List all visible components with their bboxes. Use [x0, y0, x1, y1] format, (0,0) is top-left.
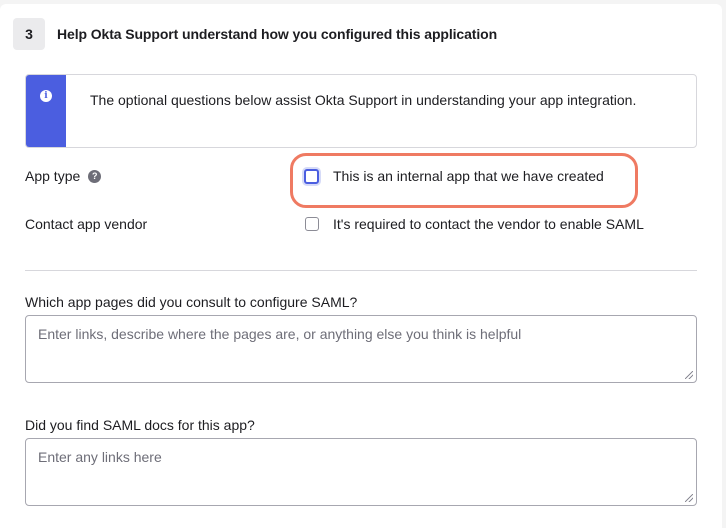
docs-question-textarea[interactable]: Enter any links here — [25, 438, 697, 506]
info-icon: i — [40, 90, 52, 102]
resize-grip-icon[interactable] — [685, 494, 693, 502]
docs-question-label: Did you find SAML docs for this app? — [25, 417, 255, 433]
question-icon[interactable]: ? — [88, 169, 102, 183]
callout-accent-bar: i — [26, 75, 66, 147]
pages-question-placeholder: Enter links, describe where the pages ar… — [38, 326, 522, 342]
contact-vendor-option[interactable]: It's required to contact the vendor to e… — [305, 216, 644, 232]
app-type-label: App type — [25, 168, 81, 184]
contact-vendor-label: Contact app vendor — [25, 216, 148, 232]
step-panel: 3 Help Okta Support understand how you c… — [0, 4, 722, 528]
contact-vendor-row: Contact app vendor — [25, 212, 147, 236]
pages-question-label: Which app pages did you consult to confi… — [25, 294, 358, 310]
step-title: Help Okta Support understand how you con… — [57, 26, 498, 42]
docs-question-placeholder: Enter any links here — [38, 449, 162, 465]
contact-vendor-checkbox-label[interactable]: It's required to contact the vendor to e… — [333, 216, 644, 232]
resize-grip-icon[interactable] — [685, 371, 693, 379]
step-number: 3 — [13, 18, 45, 50]
contact-vendor-checkbox[interactable] — [305, 217, 319, 231]
annotation-highlight — [290, 153, 638, 208]
step-header: 3 Help Okta Support understand how you c… — [13, 18, 497, 50]
pages-question-textarea[interactable]: Enter links, describe where the pages ar… — [25, 315, 697, 383]
section-divider — [25, 270, 697, 271]
info-callout: i The optional questions below assist Ok… — [25, 74, 697, 148]
callout-text: The optional questions below assist Okta… — [90, 92, 637, 108]
app-type-row: App type ? — [25, 164, 102, 188]
